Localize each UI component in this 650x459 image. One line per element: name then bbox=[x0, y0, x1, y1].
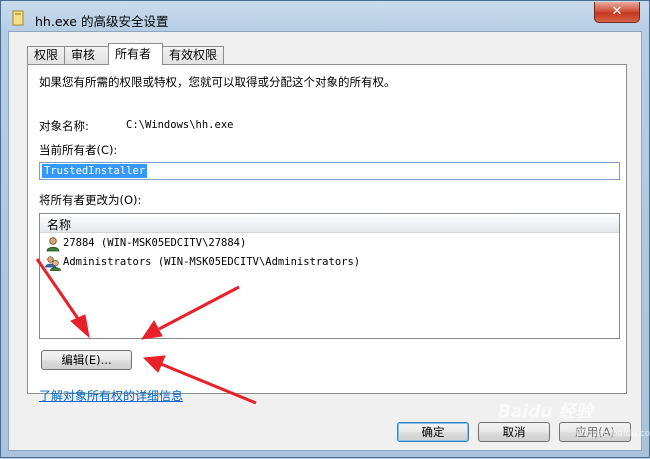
tab-permissions[interactable]: 权限 bbox=[27, 46, 65, 64]
owner-candidates-list[interactable]: 名称 27884 (WIN-MSK05EDCITV\27884) Adminis… bbox=[39, 213, 620, 339]
tab-effective-permissions[interactable]: 有效权限 bbox=[162, 46, 224, 64]
group-icon bbox=[45, 256, 61, 271]
learn-ownership-link[interactable]: 了解对象所有权的详细信息 bbox=[39, 387, 183, 404]
watermark-logo: Baidu 经验 bbox=[498, 402, 593, 422]
tab-auditing[interactable]: 审核 bbox=[64, 46, 109, 64]
edit-button[interactable]: 编辑(E)... bbox=[41, 350, 132, 370]
change-owner-label: 将所有者更改为(O): bbox=[39, 193, 142, 207]
current-owner-label: 当前所有者(C): bbox=[39, 143, 118, 157]
owner-panel: 如果您有所需的权限或特权，您就可以取得或分配这个对象的所有权。 对象名称: C:… bbox=[27, 64, 627, 394]
cancel-button[interactable]: 取消 bbox=[478, 422, 550, 442]
list-header-label: 名称 bbox=[47, 218, 72, 232]
list-item-label: Administrators (WIN-MSK05EDCITV\Administ… bbox=[63, 256, 361, 268]
object-name-value: C:\Windows\hh.exe bbox=[126, 119, 234, 131]
current-owner-field[interactable]: TrustedInstaller bbox=[39, 162, 620, 180]
window-title: hh.exe 的高级安全设置 bbox=[35, 14, 169, 29]
list-header-name[interactable]: 名称 bbox=[40, 214, 619, 233]
watermark-url: jingyan.baidu.com bbox=[576, 429, 650, 439]
ok-button[interactable]: 确定 bbox=[397, 422, 469, 442]
dialog-window: hh.exe 的高级安全设置 ✕ 权限 审核 所有者 有效权限 如果您有所需的权… bbox=[0, 0, 650, 458]
close-button[interactable]: ✕ bbox=[594, 2, 640, 23]
tab-owner[interactable]: 所有者 bbox=[108, 43, 163, 65]
current-owner-value[interactable]: TrustedInstaller bbox=[42, 164, 148, 178]
list-item-label: 27884 (WIN-MSK05EDCITV\27884) bbox=[63, 237, 247, 249]
dialog-client: 权限 审核 所有者 有效权限 如果您有所需的权限或特权，您就可以取得或分配这个对… bbox=[8, 31, 642, 451]
file-icon bbox=[12, 10, 24, 26]
object-name-label: 对象名称: bbox=[39, 119, 89, 133]
owner-intro-text: 如果您有所需的权限或特权，您就可以取得或分配这个对象的所有权。 bbox=[39, 75, 396, 89]
title-bar[interactable]: hh.exe 的高级安全设置 ✕ bbox=[1, 1, 649, 35]
user-icon bbox=[46, 237, 60, 252]
